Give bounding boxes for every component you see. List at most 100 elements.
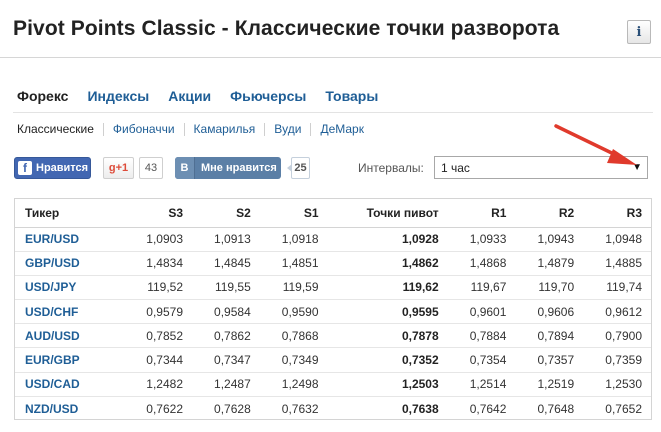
vk-count: 25: [287, 157, 310, 179]
table-cell: 1,0948: [583, 227, 651, 252]
facebook-like-label: Нравится: [36, 162, 89, 174]
intervals-label: Интервалы:: [358, 161, 424, 175]
table-cell: 0,7354: [447, 347, 516, 373]
pivot-cell: 1,4862: [327, 251, 448, 276]
main-tab-4[interactable]: Товары: [325, 88, 378, 114]
table-cell: 0,9601: [447, 299, 516, 325]
table-cell: 1,0903: [124, 227, 192, 252]
main-tabs: Форекс Индексы Акции Фьючерсы Товары: [17, 88, 397, 114]
pivot-cell: 119,62: [327, 275, 448, 301]
table-cell: 1,2519: [515, 372, 584, 397]
table-cell: 0,7359: [583, 347, 651, 373]
ticker-link[interactable]: EUR/GBP: [15, 347, 125, 373]
table-cell: 0,7648: [537, 401, 575, 416]
info-button[interactable]: i: [627, 20, 651, 44]
table-cell: 1,0918: [259, 227, 328, 252]
table-cell: 0,7894: [515, 323, 584, 349]
column-header-3: S1: [259, 199, 328, 228]
table-cell: 0,7862: [192, 323, 260, 349]
table-cell: 0,7632: [281, 401, 319, 416]
table-row: USD/CHF 0,9579 0,9584 0,9590 0,9595 0,9601 0,9…: [15, 299, 651, 325]
table-cell: 1,2514: [447, 372, 516, 397]
sub-tab-0[interactable]: Классические: [17, 122, 94, 136]
interval-select[interactable]: 1 час ▼: [434, 156, 648, 179]
table-cell: 1,4834: [124, 251, 192, 276]
table-cell: 1,2482: [124, 372, 192, 397]
sub-tab-3[interactable]: Вуди: [274, 122, 301, 136]
vk-like-label: Мне нравится: [201, 162, 277, 174]
sub-tab-4[interactable]: ДеМарк: [320, 122, 364, 136]
table-cell: 0,9612: [583, 299, 651, 325]
pivot-table-container: Тикер S3 S2 S1 Точки пивот R1 R2 R3 EUR/USD 1,09…: [14, 198, 652, 420]
table-cell: 119,70: [515, 275, 584, 301]
table-cell: 1,0913: [192, 227, 260, 252]
main-tab-3[interactable]: Фьючерсы: [230, 88, 306, 114]
main-tab-0[interactable]: Форекс: [17, 88, 68, 114]
sub-tab-1[interactable]: Фибоначчи: [113, 122, 175, 136]
table-row: GBP/USD 1,4834 1,4845 1,4851 1,4862 1,4868 1,4…: [15, 251, 651, 276]
ticker-link[interactable]: NZD/USD: [15, 396, 124, 420]
column-header-7: R3: [583, 199, 651, 228]
column-header-4: Точки пивот: [327, 199, 448, 228]
google-plus-button[interactable]: g+1: [103, 157, 134, 179]
annotation-arrow-shaft: [554, 124, 622, 159]
facebook-like-button[interactable]: f Нравится: [14, 157, 91, 179]
table-body: EUR/USD 1,0903 1,0913 1,0918 1,0928 1,0933 1,0…: [15, 227, 651, 421]
pivot-cell: 0,7352: [327, 347, 448, 373]
table-row: EUR/USD 1,0903 1,0913 1,0918 1,0928 1,0933 1,0…: [15, 227, 651, 252]
vk-count-value: 25: [294, 162, 307, 174]
table-cell: 0,7349: [259, 347, 328, 373]
info-icon: i: [636, 24, 642, 40]
table-cell: 1,4868: [447, 251, 516, 276]
table-cell: 0,7868: [259, 323, 328, 349]
google-plus-count-value: 43: [144, 162, 158, 174]
title-bar: Pivot Points Classic - Классические точк…: [0, 0, 661, 58]
table-row: USD/CAD 1,2482 1,2487 1,2498 1,2503 1,2514 1,2…: [15, 372, 651, 397]
main-tab-2[interactable]: Акции: [168, 88, 211, 114]
table-cell: 119,55: [192, 275, 260, 301]
table-cell: 0,7628: [214, 401, 251, 416]
table-cell: 0,7357: [515, 347, 584, 373]
column-header-5: R1: [447, 199, 516, 228]
ticker-link[interactable]: USD/CAD: [15, 372, 125, 397]
table-cell: 0,7900: [583, 323, 651, 349]
table-header-row: Тикер S3 S2 S1 Точки пивот R1 R2 R3: [15, 199, 651, 228]
ticker-link[interactable]: AUD/USD: [15, 323, 125, 349]
table-cell: 0,9590: [259, 299, 328, 325]
pivot-cell: 0,7638: [401, 401, 439, 416]
table-cell: 119,67: [447, 275, 516, 301]
table-cell: 1,4851: [259, 251, 328, 276]
tabs-divider: [13, 112, 653, 113]
ticker-link[interactable]: USD/JPY: [15, 275, 125, 301]
dropdown-arrow-icon: ▼: [632, 162, 642, 173]
sub-tab-2[interactable]: Камарилья: [194, 122, 256, 136]
table-row: AUD/USD 0,7852 0,7862 0,7868 0,7878 0,7884 0,7…: [15, 323, 651, 349]
table-cell: 0,7884: [447, 323, 516, 349]
ticker-link[interactable]: USD/CHF: [15, 299, 125, 325]
ticker-link[interactable]: GBP/USD: [15, 251, 125, 276]
facebook-icon: f: [18, 161, 32, 175]
sub-tab-separator: [310, 122, 312, 136]
table-cell: 0,9606: [515, 299, 584, 325]
pivot-cell: 0,7878: [327, 323, 448, 349]
pivot-cell: 0,9595: [327, 299, 448, 325]
table-cell: 1,4885: [583, 251, 651, 276]
sub-tab-separator: [264, 122, 266, 136]
ticker-link[interactable]: EUR/USD: [15, 227, 125, 252]
interval-selected-value: 1 час: [441, 160, 470, 175]
sub-tab-separator: [102, 122, 104, 136]
table-row: USD/JPY 119,52 119,55 119,59 119,62 119,67 119…: [15, 275, 651, 301]
sub-tab-separator: [183, 122, 185, 136]
vk-like-button[interactable]: B Мне нравится: [175, 157, 281, 179]
sub-tabs: Классические Фибоначчи Камарилья Вуди ДеМарк: [17, 122, 364, 136]
pivot-points-table: Тикер S3 S2 S1 Точки пивот R1 R2 R3 EUR/USD 1,09…: [15, 199, 651, 421]
table-cell: 1,2530: [583, 372, 651, 397]
table-cell: 1,0943: [515, 227, 584, 252]
table-cell: 0,7347: [192, 347, 260, 373]
column-header-6: R2: [515, 199, 584, 228]
google-plus-label: g+1: [108, 162, 129, 174]
main-tab-1[interactable]: Индексы: [87, 88, 149, 114]
table-cell: 1,2498: [259, 372, 328, 397]
table-cell: 0,7622: [146, 401, 183, 416]
table-cell: 1,2487: [192, 372, 260, 397]
